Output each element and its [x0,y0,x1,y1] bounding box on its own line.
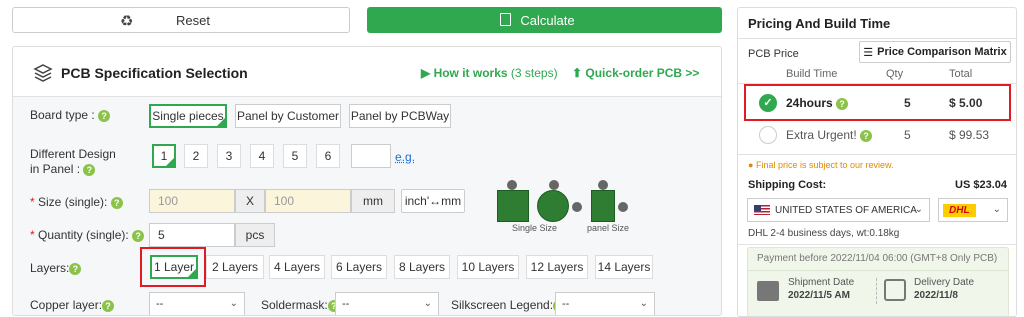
board-type-single[interactable]: Single pieces [149,104,227,128]
price-comparison-button[interactable]: ☰ Price Comparison Matrix [859,41,1011,63]
design-option-5[interactable]: 5 [283,144,307,168]
size-x-separator: X [235,189,265,213]
help-icon[interactable]: ? [69,262,82,275]
reset-button[interactable]: ♻ Reset [12,7,350,33]
board-type-label: Board type : ? [30,108,111,123]
col-total: Total [949,68,973,80]
layer-highlight-box [140,247,206,287]
carrier-select[interactable]: DHL ⌄ [938,198,1008,222]
shipment-date-value: 2022/11/5 AM [788,290,850,301]
layer-option-14[interactable]: 14 Layers [595,255,653,279]
build-time-extra-urgent: Extra Urgent! ? [786,128,873,142]
shipping-value: US $23.04 [955,179,1007,191]
design-option-1[interactable]: 1 [152,144,176,168]
single-size-illustration [497,180,582,228]
radio-circle-icon [759,126,777,144]
country-select[interactable]: UNITED STATES OF AMERICA ⌄ [747,198,930,222]
pcb-price-label: PCB Price [748,48,799,60]
design-option-4[interactable]: 4 [250,144,274,168]
pcb-spec-panel: PCB Specification Selection ▶ How it wor… [12,46,722,316]
panel-size-caption: panel Size [587,223,630,233]
play-icon: ▶ [421,66,434,80]
help-icon[interactable]: ? [98,109,111,122]
calculator-icon [500,13,511,26]
layers-label: Layers:? [30,261,82,276]
help-icon[interactable]: ? [83,163,96,176]
us-flag-icon [754,205,770,215]
col-qty: Qty [886,68,904,80]
chevron-down-icon: ⌄ [229,298,238,309]
chip-stack-icon [33,64,53,82]
copper-label: Copper layer:? [30,298,115,313]
delivery-person-icon [884,279,906,301]
soldermask-select[interactable]: -- ⌄ [335,292,439,315]
box-icon [757,281,779,301]
total-extra-urgent: $ 99.53 [949,128,990,142]
build-option-extra-urgent[interactable]: Extra Urgent! ? 5 $ 99.53 [748,122,1010,150]
silkscreen-label: Silkscreen Legend:? [451,298,566,313]
chevron-down-icon: ⌄ [639,298,648,309]
help-icon[interactable]: ? [132,229,145,242]
payment-before: Payment before 2022/11/04 06:00 (GMT+8 O… [757,253,998,264]
layer-option-10[interactable]: 10 Layers [457,255,519,279]
eg-link[interactable]: e.g. [395,150,415,164]
delivery-date-value: 2022/11/8 [914,290,958,301]
help-icon[interactable]: ? [860,129,873,142]
dhl-info: DHL 2-4 business days, wt:0.18kg [748,228,900,239]
pricing-sidebar: Pricing And Build Time PCB Price ☰ Price … [737,7,1017,317]
pricing-title: Pricing And Build Time [748,16,891,31]
how-steps: (3 steps) [510,66,558,80]
spec-title: PCB Specification Selection [61,65,248,81]
layer-option-8[interactable]: 8 Layers [394,255,450,279]
size-width-input[interactable]: 100 [149,189,235,213]
how-it-works-link[interactable]: ▶ How it works (3 steps) [421,66,558,80]
quantity-label: * Quantity (single): ? [30,228,145,243]
col-build-time: Build Time [786,68,838,80]
price-review-note: ● Final price is subject to our review. [748,160,894,170]
panel-size-illustration [591,180,631,228]
list-icon: ☰ [863,46,874,59]
recycle-icon: ♻ [120,13,134,30]
layer-option-12[interactable]: 12 Layers [526,255,588,279]
selected-row-highlight [744,84,1011,121]
shipping-label: Shipping Cost: [748,179,827,191]
layer-option-2[interactable]: 2 Layers [206,255,264,279]
design-option-2[interactable]: 2 [184,144,208,168]
layer-option-4[interactable]: 4 Layers [269,255,325,279]
calculate-button[interactable]: Calculate [367,7,722,33]
design-custom-input[interactable] [351,144,391,168]
board-type-panel-customer[interactable]: Panel by Customer [235,104,341,128]
silkscreen-select[interactable]: -- ⌄ [555,292,655,315]
delivery-date-label: Delivery Date [914,277,975,288]
quantity-unit: pcs [235,223,275,247]
upload-icon: ⬆ [572,66,586,80]
board-type-panel-pcbway[interactable]: Panel by PCBWay [349,104,451,128]
unit-convert-button[interactable]: inch'↔mm [401,189,465,213]
help-icon[interactable]: ? [102,299,115,312]
dhl-logo: DHL [943,203,976,217]
spec-header: PCB Specification Selection ▶ How it wor… [13,47,721,97]
design-option-3[interactable]: 3 [217,144,241,168]
size-unit: mm [351,189,395,213]
help-icon[interactable]: ? [110,196,123,209]
size-label: * Size (single): ? [30,195,123,210]
chevron-down-icon: ⌄ [914,204,923,215]
quick-order-link[interactable]: ⬆ Quick-order PCB >> [572,66,699,80]
chevron-down-icon: ⌄ [992,204,1001,215]
copper-select[interactable]: -- ⌄ [149,292,245,315]
layer-option-6[interactable]: 6 Layers [331,255,387,279]
quantity-input[interactable]: 5 [149,223,235,247]
soldermask-label: Soldermask:? [261,298,340,313]
size-height-input[interactable]: 100 [265,189,351,213]
different-design-label: Different Design in Panel : ? [30,147,116,176]
reset-label: Reset [176,12,210,28]
design-option-6[interactable]: 6 [316,144,340,168]
calculate-label: Calculate [520,12,575,28]
single-size-caption: Single Size [512,223,558,233]
qty-extra-urgent: 5 [904,128,911,142]
chevron-down-icon: ⌄ [423,298,432,309]
shipment-date-label: Shipment Date [788,277,855,288]
info-dot-icon: ● [748,160,754,170]
